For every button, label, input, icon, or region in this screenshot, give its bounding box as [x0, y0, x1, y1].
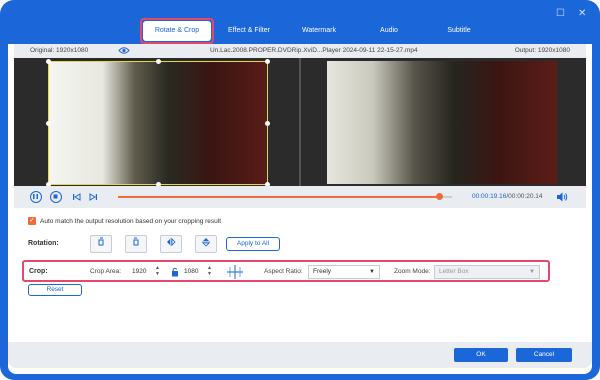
chevron-down-icon: ▼ — [369, 269, 375, 275]
zoom-mode-label: Zoom Mode: — [394, 268, 431, 275]
timeline-track[interactable] — [118, 193, 452, 200]
aspect-ratio-select[interactable]: Freely ▼ — [308, 265, 380, 279]
auto-match-checkbox[interactable]: ✓ — [28, 217, 36, 225]
ok-button[interactable]: OK — [454, 348, 508, 362]
close-icon[interactable]: ✕ — [578, 9, 588, 19]
crop-handle[interactable] — [46, 121, 51, 126]
flip-vertical-icon — [202, 238, 210, 247]
time-readout: 00:00:19.16/00:00:20.14 — [472, 193, 543, 200]
crop-handle[interactable] — [265, 59, 270, 64]
tab-effect-filter[interactable]: Effect & Filter — [214, 21, 284, 41]
crop-settings-row: Crop: Crop Area: 1920 ▲ ▼ 1080 ▲ ▼ Aspect … — [22, 260, 550, 282]
stop-icon — [53, 194, 58, 199]
crop-height-input[interactable]: 1080 — [182, 265, 204, 278]
crop-height-stepper[interactable]: ▲ ▼ — [206, 265, 213, 278]
timeline-knob[interactable] — [435, 193, 443, 200]
maximize-icon[interactable]: ☐ — [556, 9, 566, 19]
timeline-progress — [118, 196, 439, 198]
tab-subtitle[interactable]: Subtitle — [424, 21, 494, 41]
rotate-right-icon — [133, 237, 139, 246]
current-time: 00:00:19.16 — [472, 193, 507, 200]
previous-frame-icon[interactable] — [72, 192, 82, 202]
volume-icon[interactable] — [556, 191, 568, 203]
flip-horizontal-icon — [167, 238, 176, 246]
tab-rotate-crop[interactable]: Rotate & Crop — [143, 21, 211, 41]
crop-width-input[interactable]: 1920 — [130, 265, 152, 278]
tab-rotate-crop-highlight: Rotate & Crop — [140, 18, 214, 44]
auto-match-row: ✓ Auto match the output resolution based… — [28, 217, 221, 225]
preview-divider — [299, 58, 301, 186]
tab-bar: Rotate & Crop Effect & Filter Watermark … — [140, 18, 494, 44]
lock-icon[interactable] — [171, 267, 179, 277]
crop-area-label: Crop Area: — [90, 268, 122, 275]
cancel-button[interactable]: Cancel — [516, 348, 572, 362]
chevron-down-icon: ▼ — [529, 269, 535, 275]
crop-handle[interactable] — [156, 59, 161, 64]
auto-match-label: Auto match the output resolution based o… — [40, 217, 222, 225]
rotation-label: Rotation: — [28, 240, 59, 247]
info-bar: Original: 1920x1080 Un.Lac.2008.PROPER.D… — [14, 44, 586, 58]
tab-watermark[interactable]: Watermark — [284, 21, 354, 41]
output-resolution: Output: 1920x1080 — [514, 47, 570, 54]
reset-button[interactable]: Reset — [28, 284, 82, 296]
aspect-ratio-label: Aspect Ratio: — [264, 268, 303, 275]
file-name: Un.Lac.2008.PROPER.DVDRip.XviD...Player … — [210, 47, 418, 54]
rotate-right-button[interactable] — [125, 235, 147, 253]
crop-width-stepper[interactable]: ▲ ▼ — [154, 265, 161, 278]
crop-label: Crop: — [29, 268, 48, 275]
rotate-left-button[interactable] — [90, 235, 112, 253]
preview-area — [14, 58, 586, 187]
flip-horizontal-button[interactable] — [160, 235, 182, 253]
pause-button[interactable] — [30, 191, 42, 203]
original-resolution: Original: 1920x1080 — [30, 47, 89, 54]
crop-frame[interactable] — [46, 59, 270, 187]
aspect-ratio-value: Freely — [313, 268, 332, 275]
rotate-left-icon — [98, 237, 104, 246]
tab-audio[interactable]: Audio — [354, 21, 424, 41]
next-frame-icon[interactable] — [88, 192, 98, 202]
crop-handle[interactable] — [265, 121, 270, 126]
output-preview — [327, 61, 557, 184]
playback-controls: 00:00:19.16/00:00:20.14 — [14, 186, 586, 208]
eye-icon[interactable] — [118, 46, 130, 55]
center-crop-icon[interactable] — [226, 264, 244, 280]
window-controls: ☐ ✕ — [556, 9, 588, 19]
zoom-mode-select: Letter Box ▼ — [434, 265, 540, 279]
duration: 00:00:20.14 — [508, 193, 543, 200]
apply-to-all-button[interactable]: Apply to All — [226, 237, 280, 251]
dialog-footer: OK Cancel — [8, 342, 592, 368]
flip-vertical-button[interactable] — [195, 235, 217, 253]
crop-handle[interactable] — [46, 59, 51, 64]
zoom-mode-value: Letter Box — [439, 268, 469, 275]
pause-icon — [33, 194, 38, 199]
stop-button[interactable] — [50, 191, 62, 203]
